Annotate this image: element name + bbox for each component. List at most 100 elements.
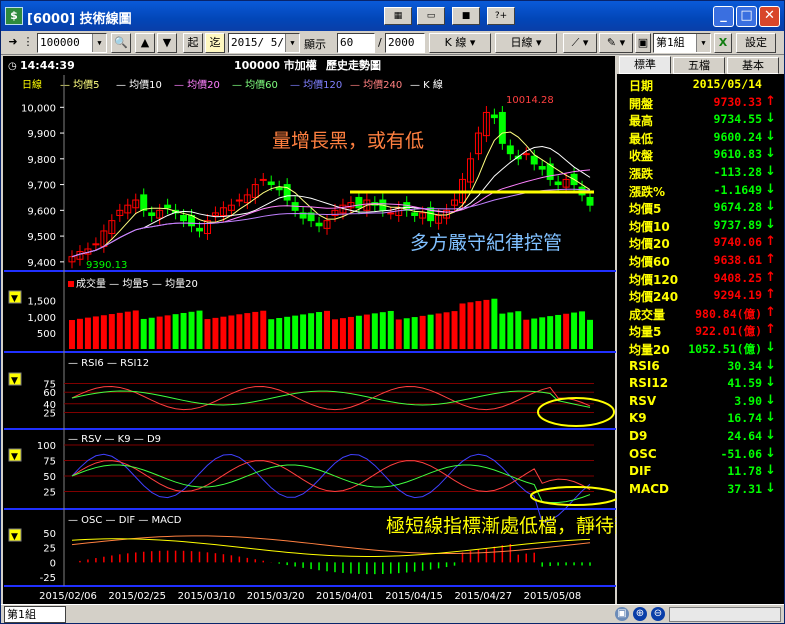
volume-bar [196,310,203,349]
arrow-up-icon: ↑ [765,304,776,320]
excel-icon[interactable]: X [714,33,732,53]
arrow-up-icon: ↑ [765,234,776,250]
volume-bar [284,316,291,349]
date-tick-label: 2015/04/01 [316,591,374,602]
window-split-icon[interactable]: ▭ [417,7,445,25]
display-count-input[interactable]: 60 [337,33,375,53]
help-icon[interactable]: ?+ [487,7,515,25]
legend-entry: — 均價5 [60,78,100,91]
annotation-top: 量增長黑，或有低 [272,130,424,152]
arrow-down-icon: ↓ [765,199,776,215]
price-tick-label: 9,900 [27,129,56,140]
volume-bar [387,310,394,349]
volume-bar [132,310,139,349]
start-button[interactable]: 起 [183,33,203,53]
main-window: $ [6000] 技術線圖 ▦ ▭ ■ ?+ _ □ ✕ ➜ ⋮ 100000 ▼… [0,0,785,624]
search-icon[interactable]: 🔍 [111,33,131,53]
quote-value: 9294.19 [713,288,762,303]
camera-icon[interactable]: ■ [452,7,480,25]
chart-app-icon: $ [5,7,23,25]
triangle-down-icon: ▼ [11,376,18,386]
quote-row: RSI6 30.34 ↓ [617,358,784,376]
symbol-select[interactable]: 100000 ▼ [37,33,107,53]
kline-dropdown[interactable]: K 線 ▾ [429,33,491,53]
quote-value: 1052.51(億) [688,342,762,356]
rsi-tick-label: 60 [43,388,56,399]
candle-body [148,212,156,216]
quote-value: 922.01(億) [695,324,762,339]
legend-entry: — 均價120 [290,78,342,91]
volume-bar [483,299,490,349]
quote-row: 漲跌 -113.28 ↓ [617,164,784,182]
volume-bar [84,317,91,349]
arrow-right-icon[interactable]: ➜ [5,33,21,53]
rsi-tick-label: 25 [43,409,56,420]
price-tick-label: 9,800 [27,155,56,166]
volume-bar [515,311,522,349]
tab-standard[interactable]: 標準 [619,56,671,74]
arrow-up-icon: ↑ [765,252,776,267]
date-field[interactable]: 2015/ 5/14 ▼ [228,33,300,53]
date-tick-label: 2015/03/20 [247,591,305,602]
volume-bar [156,316,163,349]
candle-body [315,222,323,227]
quote-row: 均價120 9408.25 ↑ [617,270,784,288]
chevron-down-icon[interactable]: ▼ [92,34,106,52]
macd-tick-label: 25 [43,544,56,555]
settings-button[interactable]: 設定 [736,33,776,53]
group-select[interactable]: 第1組 ▼ [653,33,711,53]
volume-bar [563,313,570,349]
quote-tabs: 標準 五檔 基本 [617,56,784,74]
arrow-down-icon: ↓ [765,216,776,232]
technical-chart[interactable]: ◷ 14:44:39 100000 市加權 歷史走勢圖 日線 — 均價5 — 均價1… [3,56,616,604]
volume-bar [507,312,514,349]
triangle-down-icon: ▼ [11,532,18,542]
price-tick-label: 9,500 [27,232,56,243]
down-arrow-button[interactable]: ▼ [157,33,177,53]
candle-body [538,166,546,170]
quote-value: 24.64 [727,429,762,443]
period-dropdown[interactable]: 日線 ▾ [495,33,557,53]
volume-bar [531,318,538,349]
tab-five-levels[interactable]: 五檔 [673,57,725,74]
title-bar[interactable]: $ [6000] 技術線圖 ▦ ▭ ■ ?+ _ □ ✕ [1,1,784,31]
quote-value: 980.84(億) [695,306,762,321]
up-arrow-button[interactable]: ▲ [135,33,155,53]
minimize-button[interactable]: _ [713,6,734,27]
chart-type-icon[interactable]: ▣ [615,607,629,621]
quote-value: 41.59 [727,376,762,391]
arrow-down-icon: ↓ [765,410,776,426]
status-group-select[interactable]: 第1組 [4,606,66,623]
chevron-down-icon[interactable]: ▼ [696,34,710,52]
zoom-out-icon[interactable]: ⊕ [633,607,647,621]
close-button[interactable]: ✕ [759,6,780,27]
tab-basic[interactable]: 基本 [727,57,779,74]
candle-body [235,199,243,202]
volume-bar [587,319,593,349]
chevron-down-icon[interactable]: ▼ [285,34,299,52]
quote-value: 9730.33 [713,94,762,109]
arrow-down-icon: ↓ [765,445,776,461]
save-icon[interactable]: ▣ [635,33,651,53]
arrow-down-icon: ↓ [765,164,776,179]
quote-row: 均價240 9294.19 ↑ [617,287,784,305]
total-count-input[interactable]: 2000 [385,33,425,53]
pick-button[interactable]: 迄 [205,33,225,53]
layout-grid-icon[interactable]: ▦ [384,7,412,25]
quote-value: 30.34 [727,358,762,373]
quote-row: 成交量 980.84(億) ↑ [617,305,784,323]
zoom-in-icon[interactable]: ⊖ [651,607,665,621]
draw-line-icon[interactable]: ⟋ ▾ [563,33,597,53]
rsi-line [71,385,591,411]
volume-bar [491,298,498,349]
volume-bar [339,318,346,349]
quote-label: 均價120 [629,272,679,287]
maximize-button[interactable]: □ [736,6,757,27]
eraser-icon[interactable]: ✎ ▾ [599,33,633,53]
macd-tick-label: 50 [43,529,56,540]
grid-icon[interactable]: ⋮ [22,33,34,53]
horizontal-scrollbar[interactable] [669,607,781,622]
quote-row: 均價10 9737.89 ↓ [617,217,784,235]
arrow-down-icon: ↓ [765,340,776,355]
quote-value: 16.74 [727,411,762,426]
